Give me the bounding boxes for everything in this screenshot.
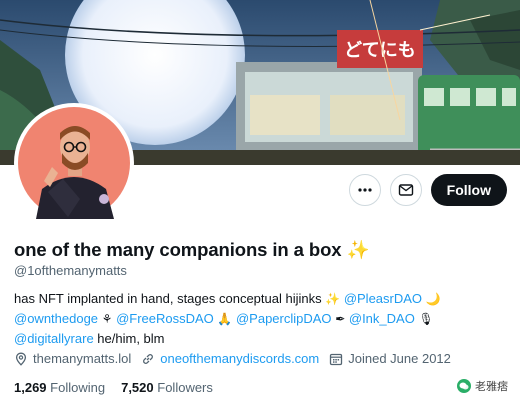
microphone-icon: 🎙: [418, 312, 434, 326]
message-button[interactable]: [389, 174, 422, 206]
mention-ownthedoge[interactable]: @ownthedoge: [14, 311, 98, 326]
display-name: one of the many companions in a box ✨: [14, 239, 370, 261]
joined-item: Joined June 2012: [329, 351, 451, 366]
avatar[interactable]: [14, 103, 134, 223]
moon-icon: 🌙: [425, 292, 441, 306]
mention-paperclipdao[interactable]: @PaperclipDAO: [236, 311, 332, 326]
handle: @1ofthemanymatts: [14, 263, 127, 278]
watermark: 老雅痞: [457, 378, 508, 394]
calendar-icon: [330, 353, 343, 365]
profile-stats: 1,269 Following 7,520 Followers: [14, 380, 229, 395]
profile-meta: themanymatts.lol oneofthemanydiscords.co…: [14, 351, 461, 366]
sparkles-icon: ✨: [325, 292, 341, 306]
bio: has NFT implanted in hand, stages concep…: [14, 289, 510, 348]
followers-link[interactable]: 7,520 Followers: [121, 380, 213, 395]
pray-icon: 🙏: [217, 312, 233, 326]
envelope-icon: [398, 184, 413, 196]
following-link[interactable]: 1,269 Following: [14, 380, 105, 395]
mention-digitallyrare[interactable]: @digitallyrare: [14, 331, 94, 346]
location-item: themanymatts.lol: [14, 351, 131, 366]
mention-freerossdao[interactable]: @FreeRossDAO: [116, 311, 214, 326]
bio-tail: he/him, blm: [97, 331, 165, 346]
following-label: Following: [50, 380, 106, 395]
joined-text: Joined June 2012: [348, 351, 451, 366]
watermark-text: 老雅痞: [475, 381, 508, 393]
followers-count: 7,520: [121, 380, 154, 395]
location-pin-icon: [15, 352, 27, 366]
mention-pleasrdao[interactable]: @PleasrDAO: [344, 291, 422, 306]
ellipsis-icon: [358, 188, 372, 192]
follow-button[interactable]: Follow: [430, 174, 507, 206]
link-icon: [143, 353, 154, 364]
wechat-icon: [457, 379, 471, 393]
pen-icon: ✒: [335, 312, 346, 326]
shop-sign: どてにも: [344, 40, 416, 61]
website-link[interactable]: oneofthemanydiscords.com: [160, 351, 319, 366]
more-button[interactable]: [348, 174, 381, 206]
location-text: themanymatts.lol: [33, 351, 132, 366]
followers-label: Followers: [157, 380, 213, 395]
sparkles-icon: ✨: [346, 239, 370, 260]
display-name-text: one of the many companions in a box: [14, 239, 342, 260]
herb-icon: ⚘: [101, 312, 113, 326]
bio-text: has NFT implanted in hand, stages concep…: [14, 291, 322, 306]
mention-ink-dao[interactable]: @Ink_DAO: [349, 311, 415, 326]
website-item: oneofthemanydiscords.com: [141, 351, 319, 366]
profile-actions: Follow: [348, 174, 507, 206]
following-count: 1,269: [14, 380, 47, 395]
